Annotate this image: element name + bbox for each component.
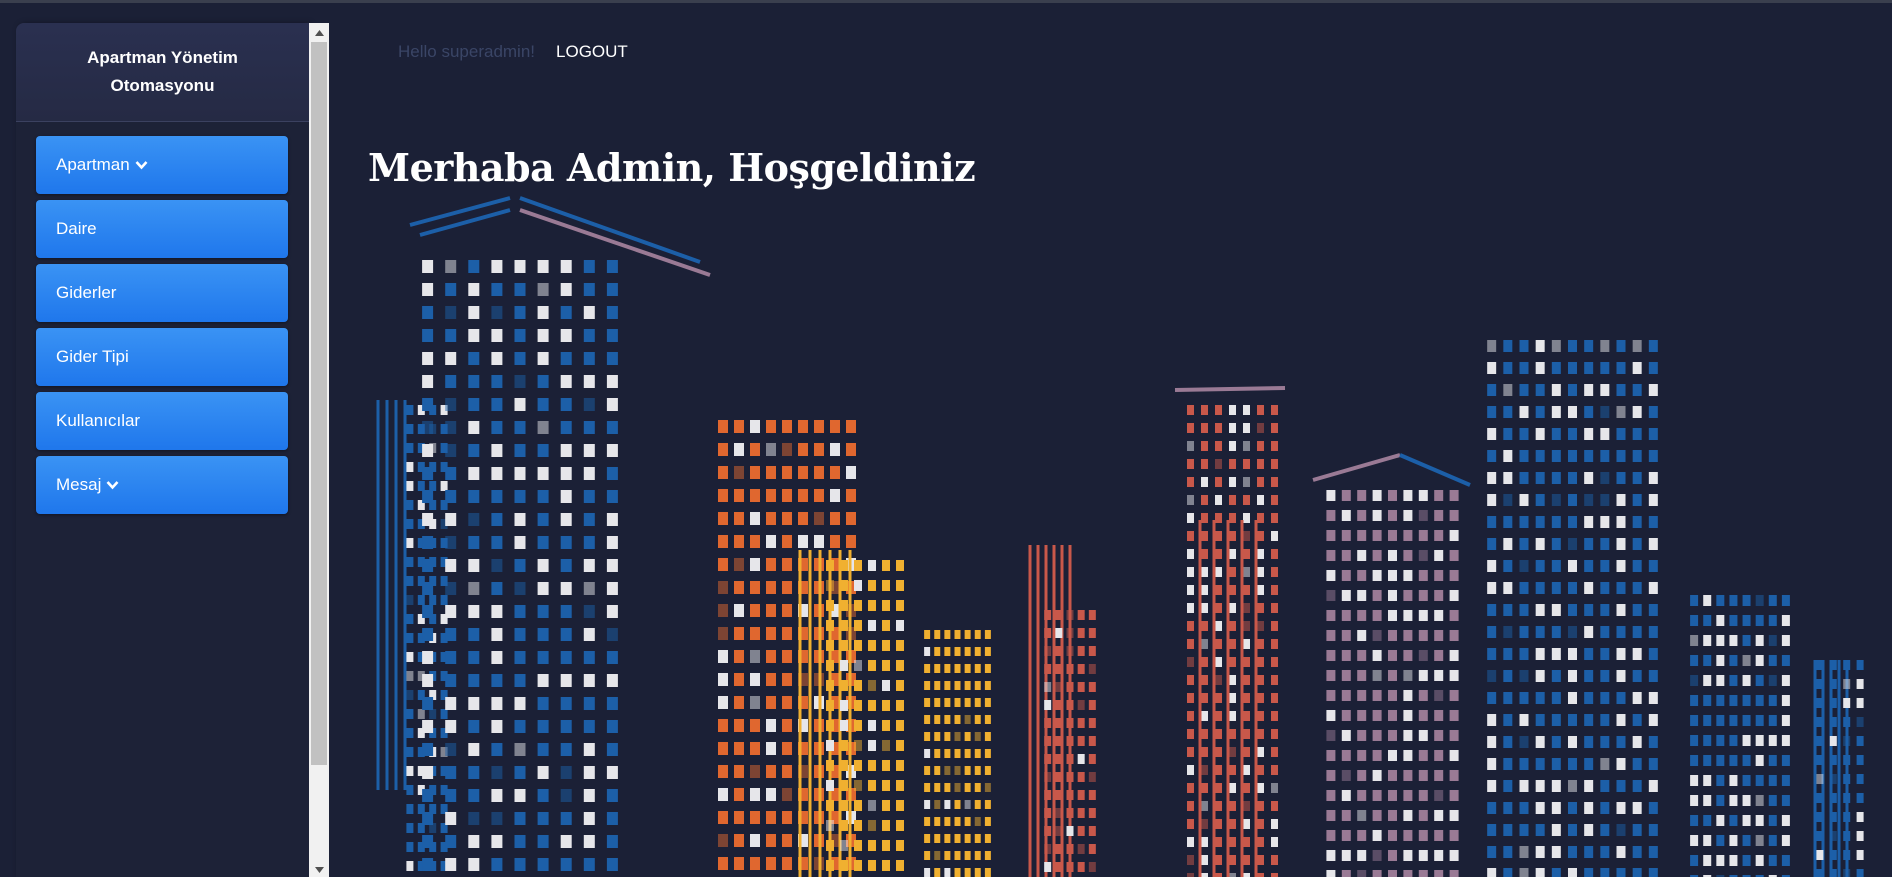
sidebar-item-giderler[interactable]: Giderler — [36, 264, 288, 322]
top-nav: Hello superadmin! LOGOUT — [398, 42, 628, 62]
sidebar-item-daire[interactable]: Daire — [36, 200, 288, 258]
sidebar-item-label: Apartman — [56, 155, 130, 174]
scroll-up-button[interactable] — [309, 23, 329, 40]
triangle-down-icon — [314, 860, 324, 877]
brand-title: Apartman Yönetim Otomasyonu — [87, 48, 238, 95]
window-top-border — [0, 0, 1892, 3]
sidebar: Apartman Yönetim Otomasyonu Apartman Dai… — [16, 23, 309, 877]
scroll-thumb[interactable] — [311, 42, 327, 765]
sidebar-menu: Apartman Daire Giderler Gider Tipi Kulla… — [16, 122, 309, 514]
sidebar-scrollbar[interactable] — [309, 23, 329, 877]
greeting-text: Hello superadmin! — [398, 42, 536, 61]
triangle-up-icon — [314, 23, 324, 41]
chevron-down-icon — [135, 160, 148, 170]
sidebar-header: Apartman Yönetim Otomasyonu — [16, 23, 309, 122]
sidebar-item-mesaj[interactable]: Mesaj — [36, 456, 288, 514]
sidebar-item-label: Giderler — [56, 283, 117, 302]
chevron-down-icon — [106, 480, 119, 490]
sidebar-item-kullanicilar[interactable]: Kullanıcılar — [36, 392, 288, 450]
sidebar-item-apartman[interactable]: Apartman — [36, 136, 288, 194]
sidebar-item-label: Gider Tipi — [56, 347, 129, 366]
sidebar-item-gider-tipi[interactable]: Gider Tipi — [36, 328, 288, 386]
scroll-down-button[interactable] — [309, 860, 329, 877]
city-skyline-illustration — [376, 196, 1864, 877]
page-title: Merhaba Admin, Hoşgeldiniz — [368, 145, 976, 190]
sidebar-item-label: Mesaj — [56, 475, 102, 494]
logout-link[interactable]: LOGOUT — [556, 42, 628, 62]
sidebar-item-label: Kullanıcılar — [56, 411, 141, 430]
sidebar-item-label: Daire — [56, 219, 97, 238]
